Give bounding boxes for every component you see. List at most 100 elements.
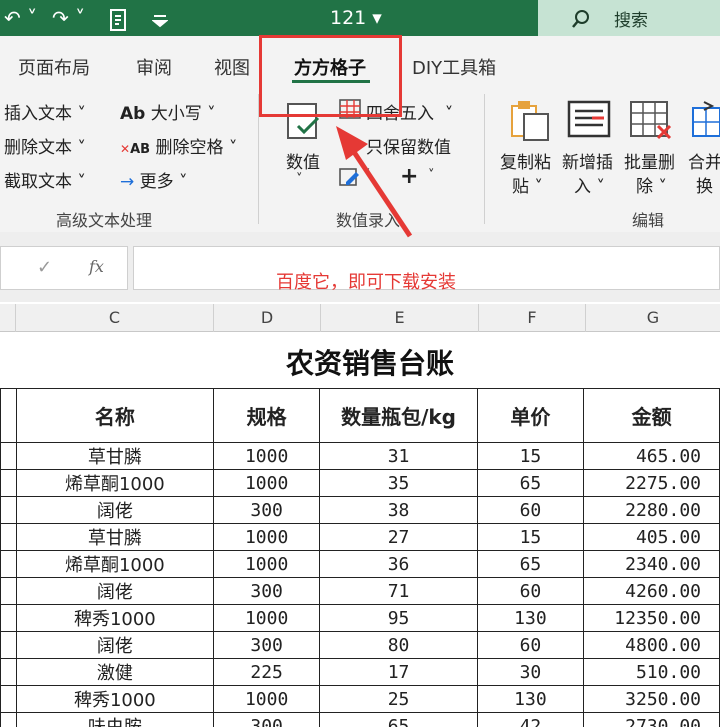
header-amount[interactable]: 金额 [583,388,720,443]
cell-left-edge[interactable] [0,469,17,497]
cell-quantity[interactable]: 71 [319,577,478,605]
column-header-g[interactable]: G [586,304,720,332]
cell-amount[interactable]: 2730.00 [583,712,720,727]
cell-quantity[interactable]: 80 [319,631,478,659]
cell-quantity[interactable]: 95 [319,604,478,632]
cell-unit-price[interactable]: 60 [476,577,585,605]
cell-left-edge[interactable] [0,631,17,659]
cell-amount[interactable]: 2340.00 [583,550,720,578]
cell-unit-price[interactable]: 60 [476,496,585,524]
cell-amount[interactable]: 12350.00 [583,604,720,632]
tab-view[interactable]: 视图 [214,54,250,80]
batch-delete-button[interactable]: 批量删 [624,148,675,173]
cell-spec[interactable]: 1000 [212,469,321,497]
cell-amount[interactable]: 510.00 [583,658,720,686]
cell-unit-price[interactable]: 130 [476,604,585,632]
merge-button[interactable]: 合并 [688,148,720,173]
cell-quantity[interactable]: 36 [319,550,478,578]
cell-name[interactable]: 烯草酮1000 [15,469,214,497]
undo-icon[interactable]: ↶ ˅ [4,0,37,36]
tab-diy-toolbox[interactable]: DIY工具箱 [412,54,496,80]
delete-space-button[interactable]: ✕AB 删除空格 ˅ [120,133,237,158]
cell-spec[interactable]: 1000 [212,604,321,632]
cell-left-edge[interactable] [0,523,17,551]
new-insert-button[interactable]: 新增插 [562,148,613,173]
column-header-c[interactable]: C [16,304,214,332]
batch-delete-dropdown[interactable]: 除 ˅ [636,172,667,197]
cell-unit-price[interactable]: 15 [476,442,585,470]
cell-left-edge[interactable] [0,685,17,713]
tab-page-layout[interactable]: 页面布局 [18,54,90,80]
cell-unit-price[interactable]: 15 [476,523,585,551]
more-button[interactable]: → 更多 ˅ [120,167,188,192]
cell-name[interactable]: 草甘膦 [15,442,214,470]
redo-icon[interactable]: ↷ ˅ [52,0,85,36]
check-icon[interactable]: ✓ [37,257,52,278]
header-name[interactable]: 名称 [15,388,214,443]
column-header-d[interactable]: D [214,304,321,332]
cell-unit-price[interactable]: 65 [476,469,585,497]
cell-amount[interactable]: 4260.00 [583,577,720,605]
cell-quantity[interactable]: 35 [319,469,478,497]
cell-name[interactable]: 阔佬 [15,496,214,524]
print-preview-icon[interactable] [108,0,130,36]
header-spec[interactable]: 规格 [212,388,321,443]
cell-left-edge[interactable] [0,442,17,470]
cell-name[interactable]: 激健 [15,658,214,686]
cell-spec[interactable]: 300 [212,712,321,727]
customize-toolbar-icon[interactable] [151,0,169,36]
name-box[interactable]: ✓ fx [0,246,128,290]
sheet-title[interactable]: 农资销售台账 [0,342,720,382]
cell-left-edge[interactable] [0,604,17,632]
cell-name[interactable]: 稗秀1000 [15,604,214,632]
cell-name[interactable]: 烯草酮1000 [15,550,214,578]
case-size-button[interactable]: Ab 大小写 ˅ [120,99,216,124]
header-quantity[interactable]: 数量瓶包/kg [319,388,478,443]
cell-unit-price[interactable]: 30 [476,658,585,686]
file-name[interactable]: 121 ▾ [330,0,382,36]
cell-name[interactable]: 稗秀1000 [15,685,214,713]
value-dropdown-icon[interactable]: ˅ [296,172,303,187]
cell-quantity[interactable]: 65 [319,712,478,727]
cell-spec[interactable]: 1000 [212,442,321,470]
cell-left-edge[interactable] [0,712,17,727]
cell-quantity[interactable]: 38 [319,496,478,524]
fx-icon[interactable]: fx [89,257,104,276]
value-button[interactable]: 数值 [286,148,320,173]
cell-amount[interactable]: 405.00 [583,523,720,551]
cell-quantity[interactable]: 25 [319,685,478,713]
insert-text-button[interactable]: 插入文本 ˅ [4,99,86,124]
extract-text-button[interactable]: 截取文本 ˅ [4,167,86,192]
cell-quantity[interactable]: 17 [319,658,478,686]
cell-quantity[interactable]: 31 [319,442,478,470]
cell-left-edge[interactable] [0,388,17,443]
cell-name[interactable]: 阔佬 [15,577,214,605]
cell-unit-price[interactable]: 60 [476,631,585,659]
copy-paste-button[interactable]: 复制粘 [500,148,551,173]
search-box[interactable]: 搜索 [538,0,720,36]
cell-name[interactable]: 阔佬 [15,631,214,659]
cell-name[interactable]: 味虫胺 [15,712,214,727]
cell-amount[interactable]: 465.00 [583,442,720,470]
cell-left-edge[interactable] [0,496,17,524]
header-unit-price[interactable]: 单价 [476,388,585,443]
cell-amount[interactable]: 3250.00 [583,685,720,713]
copy-paste-dropdown[interactable]: 贴 ˅ [512,172,543,197]
column-header-e[interactable]: E [321,304,479,332]
cell-spec[interactable]: 1000 [212,523,321,551]
cell-left-edge[interactable] [0,577,17,605]
cell-spec[interactable]: 1000 [212,550,321,578]
cell-left-edge[interactable] [0,550,17,578]
merge-dropdown[interactable]: 换 [696,172,713,197]
cell-quantity[interactable]: 27 [319,523,478,551]
cell-spec[interactable]: 1000 [212,685,321,713]
cell-amount[interactable]: 2275.00 [583,469,720,497]
cell-left-edge[interactable] [0,658,17,686]
cell-spec[interactable]: 300 [212,631,321,659]
column-header-f[interactable]: F [479,304,586,332]
cell-spec[interactable]: 225 [212,658,321,686]
cell-unit-price[interactable]: 42 [476,712,585,727]
plus-dropdown-icon[interactable]: ˅ [428,168,435,183]
cell-spec[interactable]: 300 [212,577,321,605]
cell-unit-price[interactable]: 65 [476,550,585,578]
